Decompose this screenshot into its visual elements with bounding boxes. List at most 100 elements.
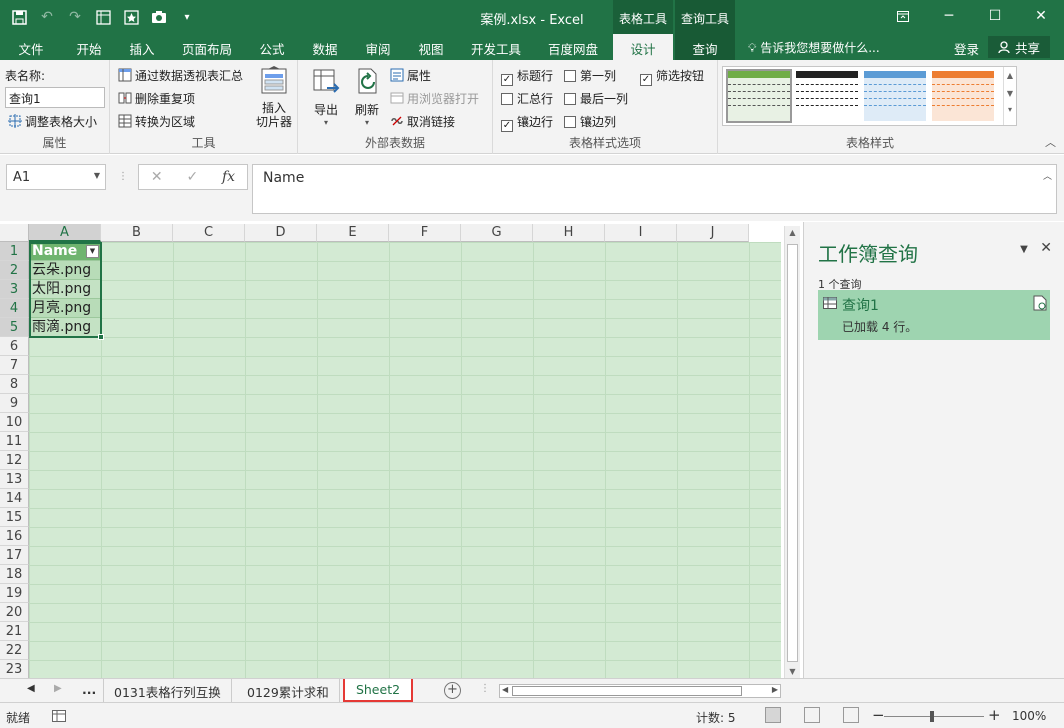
tab-query[interactable]: 查询 (675, 34, 735, 60)
horizontal-scrollbar[interactable]: ◀ ▶ (499, 684, 781, 698)
vertical-scrollbar[interactable]: ▲ ▼ (784, 226, 800, 678)
export-button[interactable]: 导出 ▾ (306, 66, 346, 127)
next-sheet-icon[interactable]: ▶ (54, 683, 62, 694)
banded-columns-checkbox[interactable]: 镶边列 (564, 113, 616, 130)
row-header-1[interactable]: 1 (0, 242, 29, 261)
column-header-i[interactable]: I (605, 224, 677, 242)
table-style-black[interactable] (796, 71, 858, 121)
row-header-6[interactable]: 6 (0, 337, 29, 356)
tell-me-box[interactable]: 💡︎ 告诉我您想要做什么... (748, 39, 880, 56)
styles-scroll[interactable]: ▲ ▼ ▾ (1003, 67, 1016, 125)
expand-formula-icon[interactable]: ︿ (1043, 169, 1052, 182)
chevron-down-icon[interactable]: ▼ (1004, 89, 1016, 98)
column-header-d[interactable]: D (245, 224, 317, 242)
split-handle-icon[interactable]: ⋮ (480, 683, 490, 694)
convert-to-range-button[interactable]: 转换为区域 (118, 113, 195, 130)
zoom-level[interactable]: 100% (1012, 709, 1046, 723)
tab-data[interactable]: 数据 (301, 34, 349, 60)
cells-area[interactable] (29, 242, 781, 678)
header-row-checkbox[interactable]: ✓ 标题行 (501, 67, 553, 86)
table-cell[interactable]: 云朵.png (29, 261, 101, 280)
more-styles-icon[interactable]: ▾ (1004, 105, 1016, 114)
drag-handle-icon[interactable]: ⋮ (118, 171, 128, 182)
column-header-j[interactable]: J (677, 224, 749, 242)
share-button[interactable]: 共享 (988, 36, 1050, 58)
sheet-tab-0131[interactable]: 0131表格行列互换 (103, 679, 232, 702)
sheet-tab-0129[interactable]: 0129累计求和 (237, 679, 340, 702)
refresh-button[interactable]: 刷新 ▾ (348, 66, 386, 127)
close-icon[interactable]: ✕ (1018, 0, 1064, 32)
row-header-23[interactable]: 23 (0, 660, 29, 679)
ribbon-display-icon[interactable] (880, 0, 926, 32)
column-header-b[interactable]: B (101, 224, 173, 242)
cancel-formula-icon[interactable]: ✕ (151, 169, 163, 185)
add-sheet-icon[interactable]: + (444, 682, 461, 699)
tab-design[interactable]: 设计 (613, 34, 673, 60)
tab-baidu-netdisk[interactable]: 百度网盘 (538, 34, 608, 60)
table-style-blue[interactable] (864, 71, 926, 121)
scroll-right-icon[interactable]: ▶ (772, 685, 778, 694)
row-header-9[interactable]: 9 (0, 394, 29, 413)
table-cell[interactable]: 月亮.png (29, 299, 101, 318)
zoom-in-icon[interactable]: + (988, 706, 1001, 724)
tab-insert[interactable]: 插入 (117, 34, 167, 60)
tab-file[interactable]: 文件 (6, 34, 56, 60)
row-header-15[interactable]: 15 (0, 508, 29, 527)
row-header-4[interactable]: 4 (0, 299, 29, 318)
table-cell[interactable]: 雨滴.png (29, 318, 101, 337)
unlink-button[interactable]: 取消链接 (390, 113, 455, 130)
scroll-up-icon[interactable]: ▲ (785, 228, 800, 237)
row-header-19[interactable]: 19 (0, 584, 29, 603)
collapse-ribbon-icon[interactable]: ︿ (1045, 134, 1056, 150)
minimize-icon[interactable]: ─ (926, 0, 972, 32)
pivot-summary-button[interactable]: 通过数据透视表汇总 (118, 67, 243, 84)
open-in-browser-button[interactable]: 用浏览器打开 (390, 90, 479, 107)
row-header-7[interactable]: 7 (0, 356, 29, 375)
table-header-cell[interactable]: Name ▼ (29, 242, 101, 261)
row-header-3[interactable]: 3 (0, 280, 29, 299)
first-column-checkbox[interactable]: 第一列 (564, 67, 616, 84)
row-header-12[interactable]: 12 (0, 451, 29, 470)
more-sheets-button[interactable]: ... (72, 679, 106, 702)
tab-view[interactable]: 视图 (407, 34, 455, 60)
table-style-orange[interactable] (932, 71, 994, 121)
row-header-8[interactable]: 8 (0, 375, 29, 394)
maximize-icon[interactable]: ☐ (972, 0, 1018, 32)
column-header-e[interactable]: E (317, 224, 389, 242)
banded-rows-checkbox[interactable]: ✓ 镶边行 (501, 113, 553, 132)
table-style-green[interactable] (726, 69, 792, 123)
table-name-input[interactable]: 查询1 (5, 87, 105, 108)
insert-function-icon[interactable]: fx (222, 169, 235, 185)
close-pane-icon[interactable]: ✕ (1040, 240, 1052, 256)
filter-button-checkbox[interactable]: ✓ 筛选按钮 (640, 67, 704, 86)
name-box[interactable]: A1 ▼ (6, 164, 106, 190)
last-column-checkbox[interactable]: 最后一列 (564, 90, 628, 107)
page-layout-view-icon[interactable] (804, 707, 820, 723)
sheet-tab-sheet2[interactable]: Sheet2 (343, 679, 413, 702)
scroll-left-icon[interactable]: ◀ (502, 685, 508, 694)
pane-options-icon[interactable]: ▼ (1020, 244, 1028, 255)
resize-table-button[interactable]: 调整表格大小 (8, 113, 97, 130)
insert-slicer-button[interactable]: 插入 切片器 (252, 66, 296, 129)
row-header-2[interactable]: 2 (0, 261, 29, 280)
total-row-checkbox[interactable]: 汇总行 (501, 90, 553, 107)
enter-formula-icon[interactable]: ✓ (186, 169, 198, 185)
scroll-down-icon[interactable]: ▼ (785, 667, 800, 676)
refresh-query-icon[interactable] (1033, 295, 1047, 311)
page-break-view-icon[interactable] (843, 707, 859, 723)
formula-input[interactable]: Name ︿ (252, 164, 1057, 214)
column-header-f[interactable]: F (389, 224, 461, 242)
select-all-corner[interactable] (0, 224, 29, 242)
row-header-22[interactable]: 22 (0, 641, 29, 660)
horizontal-scroll-thumb[interactable] (512, 686, 742, 696)
row-header-11[interactable]: 11 (0, 432, 29, 451)
row-header-10[interactable]: 10 (0, 413, 29, 432)
column-header-c[interactable]: C (173, 224, 245, 242)
filter-dropdown-icon[interactable]: ▼ (86, 245, 99, 258)
prev-sheet-icon[interactable]: ◀ (27, 683, 35, 694)
row-header-20[interactable]: 20 (0, 603, 29, 622)
tab-developer[interactable]: 开发工具 (462, 34, 530, 60)
row-header-18[interactable]: 18 (0, 565, 29, 584)
tab-page-layout[interactable]: 页面布局 (175, 34, 239, 60)
vertical-scroll-thumb[interactable] (787, 244, 798, 662)
